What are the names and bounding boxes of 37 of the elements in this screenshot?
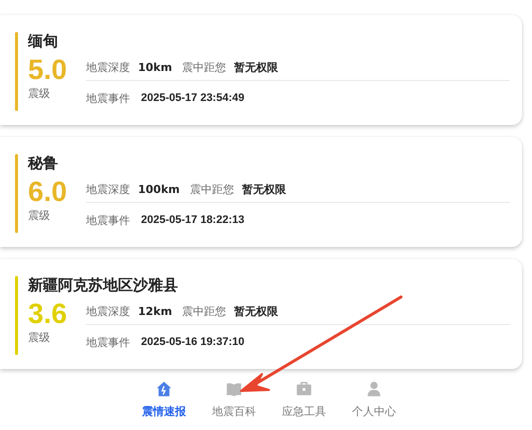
nav-tab[interactable]: 震情速报 (133, 376, 195, 430)
distance-value: 暂无权限 (234, 304, 278, 318)
depth-value: 10km (138, 60, 172, 74)
depth-label: 地震深度 (86, 182, 130, 196)
distance-label: 震中距您 (190, 182, 234, 196)
depth-label: 地震深度 (86, 304, 130, 318)
time-value: 2025-05-17 23:54:49 (141, 92, 244, 104)
nav-tab[interactable]: 个人中心 (343, 376, 405, 430)
time-label: 地震事件 (86, 212, 130, 228)
quake-card[interactable]: 秘鲁 6.0 震级 地震深度 100km 震中距您 暂无权限 地震事件 2025-05-17 18:22:13 (0, 137, 522, 247)
quake-card[interactable]: 新疆阿克苏地区沙雅县 3.6 震级 地震深度 12km 震中距您 暂无权限 地震事件 2025-05-16 19:37:10 (0, 259, 522, 369)
distance-value: 暂无权限 (242, 182, 286, 196)
home-icon (155, 380, 173, 398)
depth-value: 12km (138, 304, 172, 318)
magnitude-value: 6.0 (28, 176, 68, 208)
magnitude-value: 5.0 (28, 54, 68, 86)
magnitude-value: 3.6 (28, 298, 68, 330)
magnitude-label: 震级 (28, 208, 51, 223)
distance-value: 暂无权限 (234, 60, 278, 74)
distance-label: 震中距您 (182, 304, 226, 318)
quake-location: 缅甸 (28, 32, 59, 50)
depth-label: 地震深度 (86, 60, 130, 74)
depth-value: 100km (138, 182, 180, 196)
time-label: 地震事件 (86, 90, 130, 106)
person-icon (365, 380, 383, 398)
toolbox-icon (295, 380, 313, 398)
magnitude-label: 震级 (28, 86, 51, 101)
nav-tab[interactable]: 应急工具 (273, 376, 335, 430)
magnitude-label: 震级 (28, 330, 51, 345)
quake-card[interactable]: 缅甸 5.0 震级 地震深度 10km 震中距您 暂无权限 地震事件 2025-05-17 23:54:49 (0, 15, 522, 125)
quake-location: 秘鲁 (28, 154, 59, 172)
quake-location: 新疆阿克苏地区沙雅县 (28, 276, 179, 294)
nav-tab[interactable]: 地震百科 (203, 376, 265, 430)
time-value: 2025-05-17 18:22:13 (141, 214, 244, 226)
time-label: 地震事件 (86, 334, 130, 350)
time-value: 2025-05-16 19:37:10 (141, 336, 244, 348)
distance-label: 震中距您 (182, 60, 226, 74)
